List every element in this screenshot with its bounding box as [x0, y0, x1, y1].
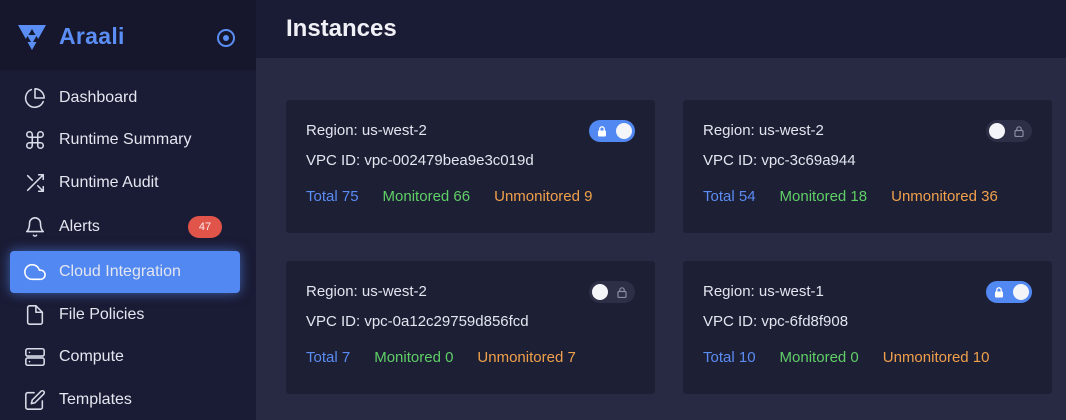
instance-vpc-id: VPC ID: vpc-0a12c29759d856fcd: [306, 313, 529, 330]
page-title: Instances: [286, 15, 397, 42]
unmonitored-count: Unmonitored 9: [494, 188, 593, 205]
sidebar-item-label: Runtime Audit: [59, 174, 159, 191]
sidebar-item-runtime-audit[interactable]: Runtime Audit: [10, 162, 240, 204]
toggle-knob: [1013, 284, 1029, 300]
brand-name: Araali: [59, 23, 125, 49]
pie-chart-icon: [24, 88, 45, 108]
unmonitored-count: Unmonitored 7: [477, 349, 576, 366]
edit-icon: [25, 390, 45, 410]
monitored-count: Monitored 0: [374, 349, 454, 366]
shuffle-icon: [26, 173, 45, 193]
sidebar-item-label: Runtime Summary: [59, 131, 192, 148]
sidebar: Araali Dashboard Runtime Summary Runtime…: [0, 0, 256, 420]
server-icon: [25, 347, 45, 367]
sidebar-item-cloud-integration[interactable]: Cloud Integration: [10, 251, 240, 293]
sidebar-item-label: Templates: [59, 391, 132, 408]
sidebar-item-compute[interactable]: Compute: [10, 336, 240, 378]
unmonitored-count: Unmonitored 10: [882, 349, 990, 366]
instance-card: Region: us-west-2 VPC ID: vpc-002479bea9…: [286, 100, 655, 233]
toggle-knob: [989, 123, 1005, 139]
cloud-icon: [24, 263, 46, 281]
bell-icon: [25, 217, 45, 237]
lock-icon: [995, 287, 1003, 298]
instance-region: Region: us-west-2: [306, 122, 427, 139]
sidebar-item-label: File Policies: [59, 306, 145, 323]
instance-region: Region: us-west-2: [306, 283, 427, 300]
total-count: Total 75: [306, 188, 359, 205]
sidebar-item-alerts[interactable]: Alerts 47: [10, 206, 240, 248]
sidebar-item-file-policies[interactable]: File Policies: [10, 294, 240, 336]
total-count: Total 7: [306, 349, 351, 366]
araali-logo-icon: [18, 25, 46, 50]
monitoring-toggle[interactable]: [589, 281, 635, 303]
lock-icon: [1014, 126, 1024, 137]
monitoring-toggle[interactable]: [589, 120, 635, 142]
top-bar: Instances: [256, 0, 1066, 58]
sidebar-item-templates[interactable]: Templates: [10, 379, 240, 420]
monitoring-toggle[interactable]: [986, 281, 1032, 303]
total-count: Total 10: [703, 349, 756, 366]
unmonitored-count: Unmonitored 36: [891, 188, 998, 205]
total-count: Total 54: [703, 188, 756, 205]
toggle-knob: [616, 123, 632, 139]
lock-icon: [598, 126, 606, 137]
instance-card: Region: us-west-2 VPC ID: vpc-0a12c29759…: [286, 261, 655, 394]
sidebar-item-label: Alerts: [59, 218, 100, 235]
file-icon: [26, 305, 44, 325]
command-icon: [25, 130, 45, 150]
lock-icon: [617, 287, 627, 298]
monitored-count: Monitored 66: [382, 188, 471, 205]
instance-stats: Total 75 Monitored 66 Unmonitored 9: [306, 188, 617, 205]
instance-stats: Total 10 Monitored 0 Unmonitored 10: [703, 349, 1014, 366]
toggle-knob: [592, 284, 608, 300]
sidebar-item-label: Cloud Integration: [59, 263, 181, 280]
instance-region: Region: us-west-1: [703, 283, 824, 300]
alerts-count-badge: 47: [188, 216, 222, 238]
sidebar-item-label: Compute: [59, 348, 124, 365]
monitoring-toggle[interactable]: [986, 120, 1032, 142]
sidebar-item-runtime-summary[interactable]: Runtime Summary: [10, 119, 240, 161]
instance-card: Region: us-west-1 VPC ID: vpc-6fd8f908 T…: [683, 261, 1052, 394]
instance-vpc-id: VPC ID: vpc-002479bea9e3c019d: [306, 152, 534, 169]
sidebar-item-dashboard[interactable]: Dashboard: [10, 77, 240, 119]
sidebar-toggle-icon[interactable]: [214, 26, 238, 50]
instance-card: Region: us-west-2 VPC ID: vpc-3c69a944 T…: [683, 100, 1052, 233]
sidebar-item-label: Dashboard: [59, 89, 138, 106]
brand-header: Araali: [0, 0, 256, 70]
instance-vpc-id: VPC ID: vpc-6fd8f908: [703, 313, 849, 330]
instance-stats: Total 7 Monitored 0 Unmonitored 7: [306, 349, 600, 366]
monitored-count: Monitored 18: [779, 188, 868, 205]
instance-region: Region: us-west-2: [703, 122, 824, 139]
monitored-count: Monitored 0: [779, 349, 859, 366]
instance-stats: Total 54 Monitored 18 Unmonitored 36: [703, 188, 1022, 205]
instance-vpc-id: VPC ID: vpc-3c69a944: [703, 152, 856, 169]
